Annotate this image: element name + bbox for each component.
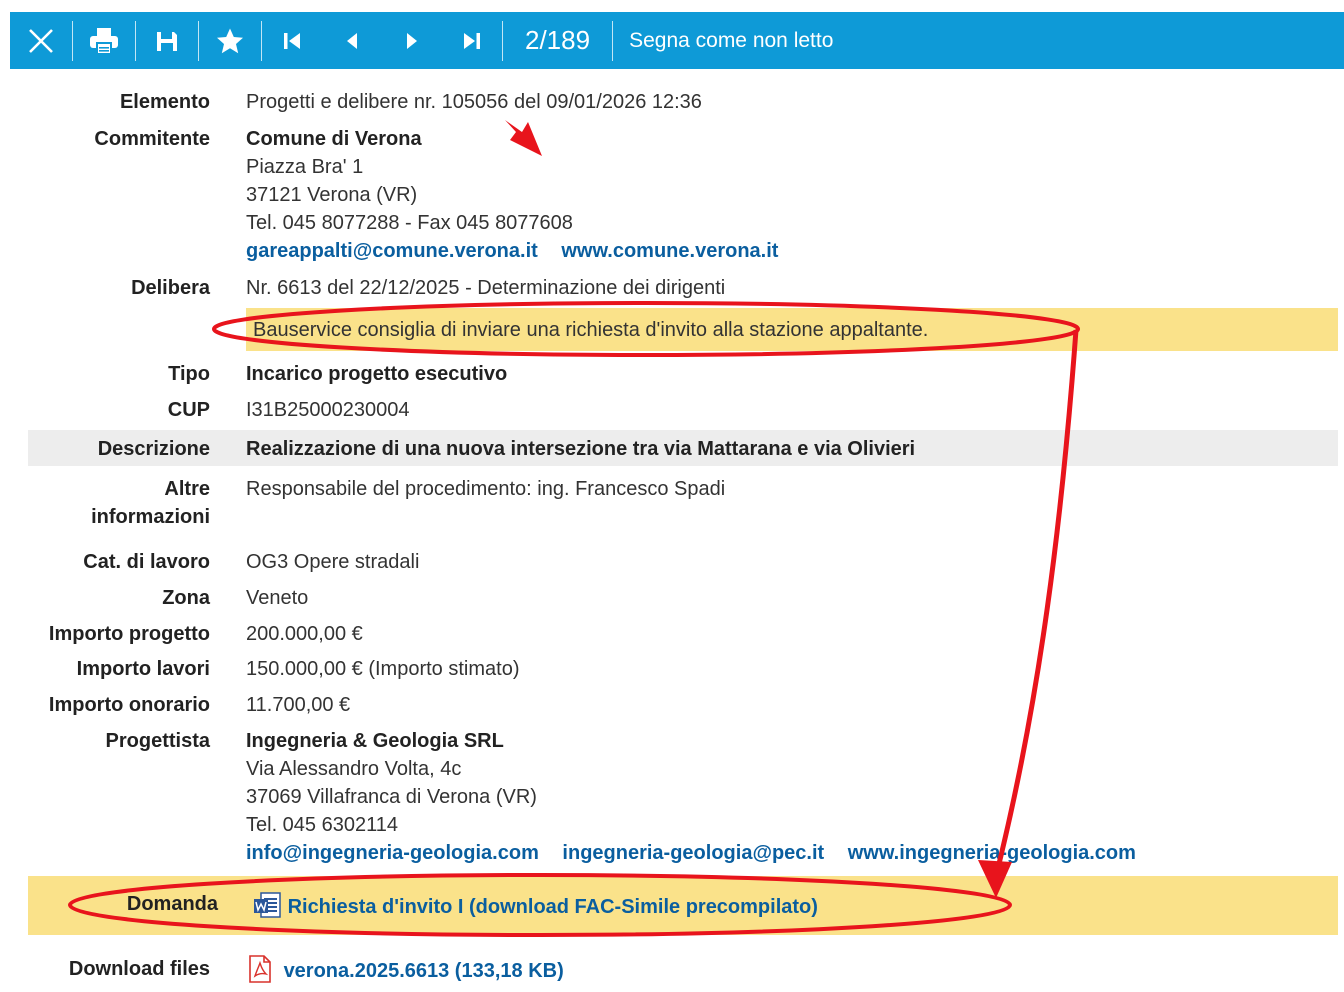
save-icon xyxy=(157,31,177,51)
cup-label: CUP xyxy=(167,399,210,421)
importo-progetto-value: 200.000,00 € xyxy=(246,623,363,645)
first-page-button[interactable] xyxy=(262,12,322,69)
mark-unread-button[interactable]: Segna come non letto xyxy=(613,29,833,53)
progettista-label: Progettista xyxy=(105,730,210,752)
toolbar: 2/189 Segna come non letto xyxy=(10,12,1344,69)
next-button[interactable] xyxy=(382,12,442,69)
tipo-value: Incarico progetto esecutivo xyxy=(246,363,508,385)
domanda-label: Domanda xyxy=(126,893,218,915)
progettista-name: Ingegneria & Geologia SRL xyxy=(246,730,504,752)
first-icon xyxy=(284,32,300,49)
save-button[interactable] xyxy=(136,12,198,69)
download-label: Download files xyxy=(68,958,210,980)
elemento-label: Elemento xyxy=(119,91,210,113)
chevron-right-icon xyxy=(407,32,417,49)
delibera-value: Nr. 6613 del 22/12/2025 - Determinazione… xyxy=(246,277,726,299)
altre-label-2: informazioni xyxy=(91,506,210,528)
progettista-block: Ingegneria & Geologia SRL Via Alessandro… xyxy=(246,727,1154,867)
progettista-city: 37069 Villafranca di Verona (VR) xyxy=(246,786,537,808)
committente-label: Commitente xyxy=(94,128,210,150)
advice-text: Bauservice consiglia di inviare una rich… xyxy=(253,319,929,341)
domanda-link[interactable]: Richiesta d'invito I (download FAC-Simil… xyxy=(288,896,818,918)
favorite-button[interactable] xyxy=(199,12,261,69)
print-button[interactable] xyxy=(73,12,135,69)
descrizione-value: Realizzazione di una nuova intersezione … xyxy=(246,438,916,460)
progettista-web-link[interactable]: www.ingegneria-geologia.com xyxy=(848,842,1136,864)
zona-value: Veneto xyxy=(246,587,309,609)
importo-lavori-label: Importo lavori xyxy=(76,658,210,680)
altre-value: Responsabile del procedimento: ing. Fran… xyxy=(246,478,726,500)
star-icon xyxy=(217,28,243,53)
committente-address: Piazza Bra' 1 xyxy=(246,156,364,178)
pdf-icon xyxy=(249,955,271,983)
chevron-left-icon xyxy=(347,32,357,49)
committente-block: Comune di Verona Piazza Bra' 1 37121 Ver… xyxy=(246,125,796,265)
last-icon xyxy=(464,32,480,49)
importo-progetto-label: Importo progetto xyxy=(48,623,210,645)
categoria-label: Cat. di lavoro xyxy=(83,551,210,573)
progettista-email-link[interactable]: info@ingegneria-geologia.com xyxy=(246,842,539,864)
progettista-address: Via Alessandro Volta, 4c xyxy=(246,758,462,780)
progettista-phone: Tel. 045 6302114 xyxy=(246,814,398,836)
close-icon xyxy=(29,28,53,53)
close-button[interactable] xyxy=(10,12,72,69)
domanda-row: Richiesta d'invito I (download FAC-Simil… xyxy=(252,890,836,921)
importo-lavori-value: 150.000,00 € (Importo stimato) xyxy=(246,658,520,680)
delibera-label: Delibera xyxy=(131,277,210,299)
importo-onorario-value: 11.700,00 € xyxy=(246,694,351,716)
word-document-icon xyxy=(254,892,281,918)
committente-name: Comune di Verona xyxy=(246,128,422,150)
zona-label: Zona xyxy=(162,587,210,609)
printer-icon xyxy=(90,27,118,55)
download-row: verona.2025.6613 (133,18 KB) xyxy=(248,955,582,985)
descrizione-label: Descrizione xyxy=(97,438,210,460)
tipo-label: Tipo xyxy=(168,363,210,385)
last-page-button[interactable] xyxy=(442,12,502,69)
download-file-link[interactable]: verona.2025.6613 (133,18 KB) xyxy=(284,960,564,982)
committente-phone: Tel. 045 8077288 - Fax 045 8077608 xyxy=(246,212,573,234)
elemento-value: Progetti e delibere nr. 105056 del 09/01… xyxy=(246,91,702,113)
cup-value: I31B25000230004 xyxy=(246,399,410,421)
committente-web-link[interactable]: www.comune.verona.it xyxy=(561,240,778,262)
categoria-value: OG3 Opere stradali xyxy=(246,551,420,573)
progettista-pec-link[interactable]: ingegneria-geologia@pec.it xyxy=(562,842,824,864)
record-counter: 2/189 xyxy=(525,25,591,55)
importo-onorario-label: Importo onorario xyxy=(48,694,210,716)
altre-label-1: Altre xyxy=(164,478,210,500)
committente-city: 37121 Verona (VR) xyxy=(246,184,418,206)
committente-email-link[interactable]: gareappalti@comune.verona.it xyxy=(246,240,538,262)
previous-button[interactable] xyxy=(322,12,382,69)
